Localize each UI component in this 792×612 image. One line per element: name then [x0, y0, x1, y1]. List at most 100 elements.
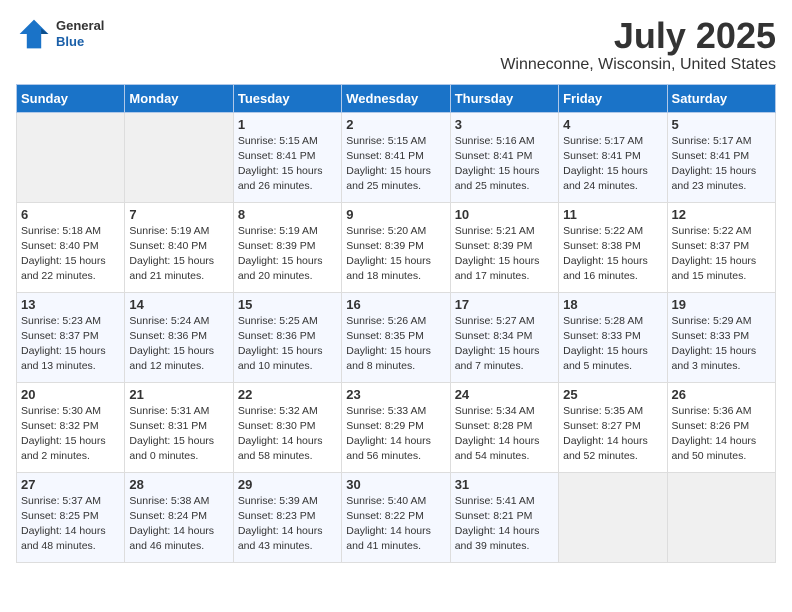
- logo-icon: [16, 16, 52, 52]
- month-title: July 2025: [500, 16, 776, 56]
- day-info: Sunrise: 5:24 AM Sunset: 8:36 PM Dayligh…: [129, 314, 228, 375]
- day-info: Sunrise: 5:29 AM Sunset: 8:33 PM Dayligh…: [672, 314, 771, 375]
- day-number: 11: [563, 207, 662, 222]
- logo-blue-text: Blue: [56, 34, 104, 50]
- day-number: 12: [672, 207, 771, 222]
- day-info: Sunrise: 5:18 AM Sunset: 8:40 PM Dayligh…: [21, 224, 120, 285]
- day-info: Sunrise: 5:33 AM Sunset: 8:29 PM Dayligh…: [346, 404, 445, 465]
- day-info: Sunrise: 5:35 AM Sunset: 8:27 PM Dayligh…: [563, 404, 662, 465]
- day-info: Sunrise: 5:32 AM Sunset: 8:30 PM Dayligh…: [238, 404, 337, 465]
- location-title: Winneconne, Wisconsin, United States: [500, 56, 776, 74]
- day-number: 5: [672, 117, 771, 132]
- day-number: 10: [455, 207, 554, 222]
- calendar-cell: 8 Sunrise: 5:19 AM Sunset: 8:39 PM Daylig…: [233, 202, 341, 292]
- calendar-header: SundayMondayTuesdayWednesdayThursdayFrid…: [17, 84, 776, 112]
- calendar-cell: 14 Sunrise: 5:24 AM Sunset: 8:36 PM Dayli…: [125, 292, 233, 382]
- title-area: July 2025 Winneconne, Wisconsin, United …: [500, 16, 776, 74]
- day-number: 26: [672, 387, 771, 402]
- weekday-header-wednesday: Wednesday: [342, 84, 450, 112]
- calendar-body: 1 Sunrise: 5:15 AM Sunset: 8:41 PM Daylig…: [17, 112, 776, 562]
- weekday-header-thursday: Thursday: [450, 84, 558, 112]
- calendar-cell: 31 Sunrise: 5:41 AM Sunset: 8:21 PM Dayli…: [450, 472, 558, 562]
- day-info: Sunrise: 5:16 AM Sunset: 8:41 PM Dayligh…: [455, 134, 554, 195]
- day-number: 18: [563, 297, 662, 312]
- day-info: Sunrise: 5:27 AM Sunset: 8:34 PM Dayligh…: [455, 314, 554, 375]
- day-number: 14: [129, 297, 228, 312]
- calendar-cell: 29Sunrise: 5:39 AM Sunset: 8:23 PM Dayli…: [233, 472, 341, 562]
- day-number: 7: [129, 207, 228, 222]
- calendar-cell: [125, 112, 233, 202]
- calendar-cell: [559, 472, 667, 562]
- calendar-cell: 21Sunrise: 5:31 AM Sunset: 8:31 PM Dayli…: [125, 382, 233, 472]
- calendar-cell: 11 Sunrise: 5:22 AM Sunset: 8:38 PM Dayli…: [559, 202, 667, 292]
- calendar-cell: 30 Sunrise: 5:40 AM Sunset: 8:22 PM Dayli…: [342, 472, 450, 562]
- day-number: 13: [21, 297, 120, 312]
- logo: General Blue: [16, 16, 104, 52]
- weekday-header-tuesday: Tuesday: [233, 84, 341, 112]
- day-number: 31: [455, 477, 554, 492]
- calendar-cell: 17Sunrise: 5:27 AM Sunset: 8:34 PM Dayli…: [450, 292, 558, 382]
- calendar-cell: 20 Sunrise: 5:30 AM Sunset: 8:32 PM Dayli…: [17, 382, 125, 472]
- weekday-header-sunday: Sunday: [17, 84, 125, 112]
- day-number: 27: [21, 477, 120, 492]
- calendar-cell: 4Sunrise: 5:17 AM Sunset: 8:41 PM Daylig…: [559, 112, 667, 202]
- day-info: Sunrise: 5:41 AM Sunset: 8:21 PM Dayligh…: [455, 494, 554, 555]
- day-info: Sunrise: 5:19 AM Sunset: 8:40 PM Dayligh…: [129, 224, 228, 285]
- day-info: Sunrise: 5:34 AM Sunset: 8:28 PM Dayligh…: [455, 404, 554, 465]
- day-info: Sunrise: 5:22 AM Sunset: 8:37 PM Dayligh…: [672, 224, 771, 285]
- calendar-cell: 22Sunrise: 5:32 AM Sunset: 8:30 PM Dayli…: [233, 382, 341, 472]
- calendar-cell: 28Sunrise: 5:38 AM Sunset: 8:24 PM Dayli…: [125, 472, 233, 562]
- day-number: 1: [238, 117, 337, 132]
- calendar-cell: 3 Sunrise: 5:16 AM Sunset: 8:41 PM Daylig…: [450, 112, 558, 202]
- day-number: 3: [455, 117, 554, 132]
- calendar-cell: 18 Sunrise: 5:28 AM Sunset: 8:33 PM Dayli…: [559, 292, 667, 382]
- day-info: Sunrise: 5:21 AM Sunset: 8:39 PM Dayligh…: [455, 224, 554, 285]
- calendar-cell: 16Sunrise: 5:26 AM Sunset: 8:35 PM Dayli…: [342, 292, 450, 382]
- calendar-cell: 25 Sunrise: 5:35 AM Sunset: 8:27 PM Dayli…: [559, 382, 667, 472]
- day-info: Sunrise: 5:40 AM Sunset: 8:22 PM Dayligh…: [346, 494, 445, 555]
- calendar-cell: 15 Sunrise: 5:25 AM Sunset: 8:36 PM Dayli…: [233, 292, 341, 382]
- day-number: 29: [238, 477, 337, 492]
- day-number: 30: [346, 477, 445, 492]
- calendar-cell: 27Sunrise: 5:37 AM Sunset: 8:25 PM Dayli…: [17, 472, 125, 562]
- day-info: Sunrise: 5:38 AM Sunset: 8:24 PM Dayligh…: [129, 494, 228, 555]
- day-number: 15: [238, 297, 337, 312]
- calendar-cell: 19 Sunrise: 5:29 AM Sunset: 8:33 PM Dayli…: [667, 292, 775, 382]
- calendar-week-row: 6 Sunrise: 5:18 AM Sunset: 8:40 PM Daylig…: [17, 202, 776, 292]
- day-info: Sunrise: 5:20 AM Sunset: 8:39 PM Dayligh…: [346, 224, 445, 285]
- day-info: Sunrise: 5:36 AM Sunset: 8:26 PM Dayligh…: [672, 404, 771, 465]
- calendar-cell: 24 Sunrise: 5:34 AM Sunset: 8:28 PM Dayli…: [450, 382, 558, 472]
- day-info: Sunrise: 5:30 AM Sunset: 8:32 PM Dayligh…: [21, 404, 120, 465]
- day-info: Sunrise: 5:17 AM Sunset: 8:41 PM Dayligh…: [672, 134, 771, 195]
- day-info: Sunrise: 5:22 AM Sunset: 8:38 PM Dayligh…: [563, 224, 662, 285]
- day-number: 24: [455, 387, 554, 402]
- page-header: General Blue July 2025 Winneconne, Wisco…: [16, 16, 776, 74]
- weekday-header-friday: Friday: [559, 84, 667, 112]
- calendar-week-row: 1 Sunrise: 5:15 AM Sunset: 8:41 PM Daylig…: [17, 112, 776, 202]
- calendar-week-row: 20 Sunrise: 5:30 AM Sunset: 8:32 PM Dayli…: [17, 382, 776, 472]
- calendar-cell: 12 Sunrise: 5:22 AM Sunset: 8:37 PM Dayli…: [667, 202, 775, 292]
- day-number: 6: [21, 207, 120, 222]
- calendar-week-row: 27Sunrise: 5:37 AM Sunset: 8:25 PM Dayli…: [17, 472, 776, 562]
- day-number: 19: [672, 297, 771, 312]
- day-number: 9: [346, 207, 445, 222]
- weekday-header-row: SundayMondayTuesdayWednesdayThursdayFrid…: [17, 84, 776, 112]
- day-info: Sunrise: 5:26 AM Sunset: 8:35 PM Dayligh…: [346, 314, 445, 375]
- calendar-cell: 2 Sunrise: 5:15 AM Sunset: 8:41 PM Daylig…: [342, 112, 450, 202]
- day-info: Sunrise: 5:19 AM Sunset: 8:39 PM Dayligh…: [238, 224, 337, 285]
- day-number: 20: [21, 387, 120, 402]
- calendar-cell: 13 Sunrise: 5:23 AM Sunset: 8:37 PM Dayli…: [17, 292, 125, 382]
- day-info: Sunrise: 5:15 AM Sunset: 8:41 PM Dayligh…: [346, 134, 445, 195]
- day-number: 21: [129, 387, 228, 402]
- day-info: Sunrise: 5:23 AM Sunset: 8:37 PM Dayligh…: [21, 314, 120, 375]
- day-number: 4: [563, 117, 662, 132]
- day-info: Sunrise: 5:25 AM Sunset: 8:36 PM Dayligh…: [238, 314, 337, 375]
- day-info: Sunrise: 5:28 AM Sunset: 8:33 PM Dayligh…: [563, 314, 662, 375]
- day-number: 2: [346, 117, 445, 132]
- calendar-cell: 5 Sunrise: 5:17 AM Sunset: 8:41 PM Daylig…: [667, 112, 775, 202]
- calendar-week-row: 13 Sunrise: 5:23 AM Sunset: 8:37 PM Dayli…: [17, 292, 776, 382]
- day-number: 25: [563, 387, 662, 402]
- day-number: 8: [238, 207, 337, 222]
- day-number: 23: [346, 387, 445, 402]
- day-info: Sunrise: 5:15 AM Sunset: 8:41 PM Dayligh…: [238, 134, 337, 195]
